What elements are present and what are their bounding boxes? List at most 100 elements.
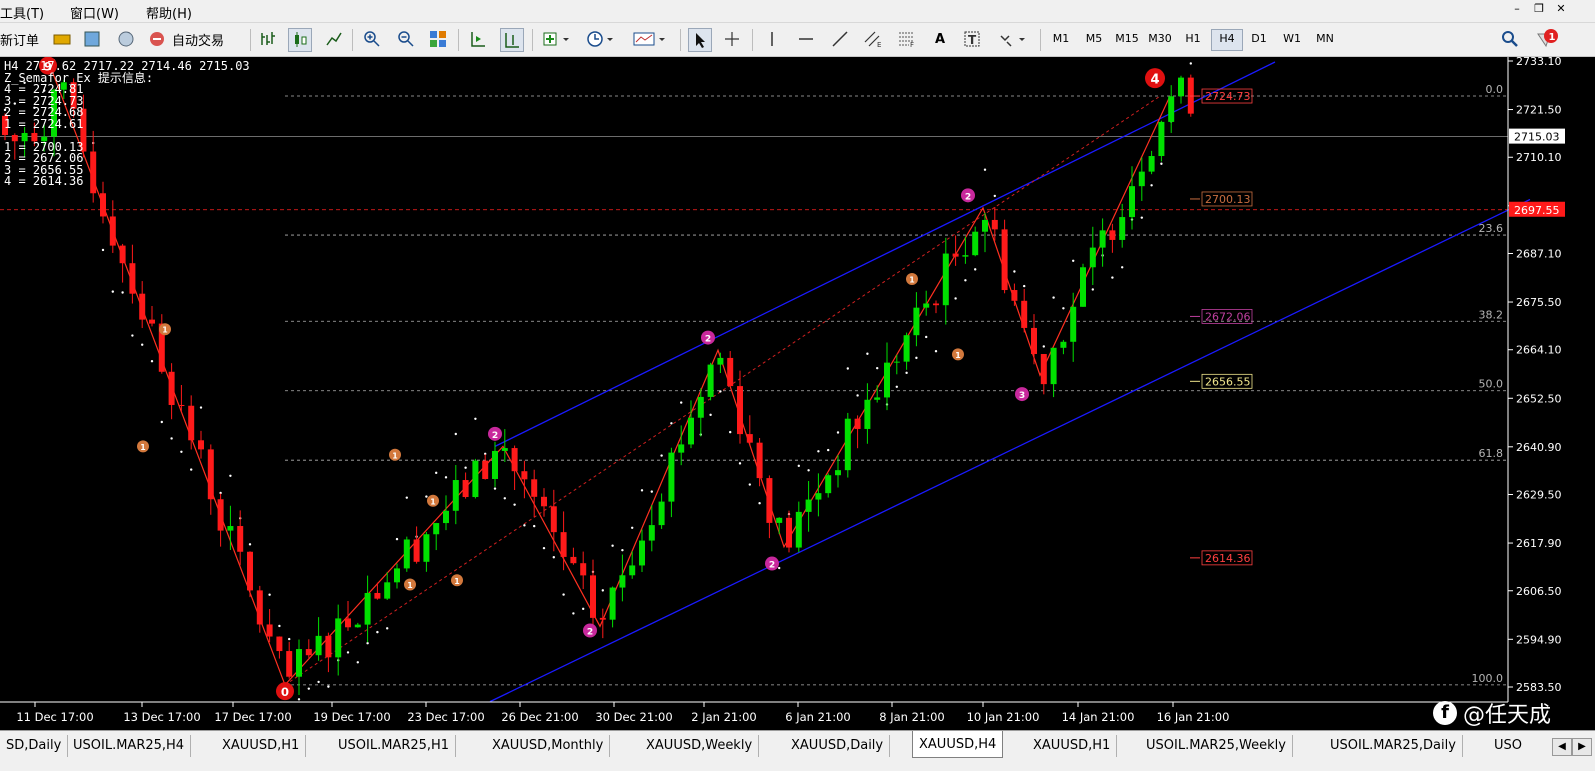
tab-chart[interactable]: USO	[1488, 735, 1528, 757]
tab-active-chart[interactable]: XAUUSD,H4	[912, 731, 1004, 758]
horizontal-line-icon[interactable]	[796, 28, 816, 50]
candle-body	[648, 525, 655, 541]
timeframe-h1[interactable]: H1	[1178, 29, 1208, 49]
cursor-icon[interactable]	[688, 28, 712, 52]
candle-body	[688, 417, 694, 445]
tab-chart[interactable]: XAUUSD,H1	[216, 735, 307, 757]
candle-body	[384, 582, 391, 599]
tile-windows-icon[interactable]	[428, 28, 448, 50]
sar-dot	[111, 290, 115, 293]
price-label-text: 2672.06	[1205, 310, 1251, 323]
candle-body	[1109, 230, 1116, 240]
close-icon[interactable]: ✕	[1552, 2, 1570, 18]
candle-body	[903, 335, 910, 362]
tab-chart[interactable]: XAUUSD,H1	[1027, 735, 1118, 757]
gold-icon[interactable]	[52, 28, 72, 50]
semafor-marker-label: 2	[492, 431, 498, 441]
candle-body	[305, 649, 312, 656]
sar-dot	[327, 685, 330, 688]
bar-chart-icon[interactable]	[258, 28, 278, 50]
candle-body	[1060, 341, 1067, 348]
menu-help[interactable]: 帮助(H)	[146, 3, 192, 22]
templates-dropdown-icon[interactable]	[630, 28, 670, 50]
price-tick-label: 2583.50	[1516, 681, 1562, 694]
fibonacci-icon[interactable]: F	[896, 28, 918, 50]
candle-body	[511, 448, 518, 472]
new-order-button[interactable]: 新订单	[0, 28, 39, 50]
candle-body	[1080, 267, 1086, 307]
fib-level-label: 38.2	[1479, 308, 1504, 321]
tab-chart[interactable]: USOIL.MAR25,Daily	[1324, 735, 1463, 757]
tabs-scroll-right-icon[interactable]: ▶	[1572, 738, 1592, 756]
timeframe-m1[interactable]: M1	[1046, 29, 1076, 49]
vertical-line-icon[interactable]	[762, 28, 782, 50]
indicators-dropdown-icon[interactable]	[540, 28, 574, 50]
candle-body	[678, 444, 685, 453]
candle-body	[825, 475, 832, 494]
timeframe-d1[interactable]: D1	[1244, 29, 1274, 49]
candle-body	[325, 635, 332, 658]
restore-icon[interactable]: ❐	[1530, 2, 1548, 18]
crosshair-icon[interactable]	[722, 28, 742, 50]
sar-dot	[650, 490, 653, 493]
sar-dot	[288, 637, 291, 641]
candle-body	[188, 405, 195, 441]
zoom-in-icon[interactable]	[362, 28, 382, 50]
menu-window[interactable]: 窗口(W)	[70, 3, 119, 22]
sar-dot	[954, 297, 957, 300]
text-label-icon[interactable]: T	[962, 28, 982, 50]
semafor-marker-label: 1	[140, 443, 145, 452]
periods-dropdown-icon[interactable]	[584, 28, 618, 50]
timeframe-m30[interactable]: M30	[1145, 29, 1175, 49]
sar-dot	[631, 526, 634, 529]
minimize-icon[interactable]: –	[1508, 2, 1526, 18]
sar-dot	[1042, 345, 1046, 348]
tab-chart[interactable]: SD,Daily	[0, 735, 69, 757]
candle-body	[560, 532, 567, 557]
arrows-dropdown-icon[interactable]	[996, 28, 1030, 50]
candlestick-icon[interactable]	[288, 28, 312, 52]
price-chart[interactable]: 0.0 23.6 38.2 50.0 61.8 100.0 940222223111111…	[0, 57, 1595, 730]
tab-chart[interactable]: USOIL.MAR25,Weekly	[1140, 735, 1293, 757]
search-icon[interactable]	[1500, 28, 1520, 50]
candle-body	[746, 434, 753, 443]
menu-tools[interactable]: 工具(T)	[0, 3, 44, 22]
fib-level-label: 0.0	[1486, 83, 1504, 96]
price-tick-label: 2652.50	[1516, 392, 1562, 405]
timeframe-m15[interactable]: M15	[1112, 29, 1142, 49]
timeframe-mn[interactable]: MN	[1310, 29, 1340, 49]
timeframe-h4[interactable]: H4	[1211, 29, 1243, 51]
sar-dot	[199, 406, 203, 409]
candle-body	[394, 568, 400, 583]
line-chart-icon[interactable]	[324, 28, 344, 50]
tab-chart[interactable]: XAUUSD,Monthly	[486, 735, 611, 757]
text-tool-icon[interactable]: A	[930, 28, 950, 50]
market-watch-icon[interactable]	[82, 28, 102, 50]
tab-chart[interactable]: XAUUSD,Daily	[785, 735, 891, 757]
autoscroll-icon[interactable]	[468, 28, 488, 50]
candle-body	[109, 216, 116, 246]
auto-trade-button[interactable]: 自动交易	[148, 28, 238, 50]
candle-body	[443, 510, 449, 524]
trendline-icon[interactable]	[830, 28, 850, 50]
candle-body	[541, 496, 547, 507]
timeframe-m5[interactable]: M5	[1079, 29, 1109, 49]
tab-chart[interactable]: XAUUSD,Weekly	[640, 735, 760, 757]
timeframe-w1[interactable]: W1	[1277, 29, 1307, 49]
tabs-scroll-left-icon[interactable]: ◀	[1552, 738, 1572, 756]
candle-body	[580, 563, 587, 576]
svg-text:T: T	[968, 33, 977, 47]
tab-chart[interactable]: USOIL.MAR25,H1	[332, 735, 457, 757]
globe-icon[interactable]	[116, 28, 136, 50]
equidistant-channel-icon[interactable]: E	[862, 28, 884, 50]
notifications-icon[interactable]: 1	[1534, 28, 1560, 50]
sar-dot	[1160, 162, 1163, 165]
semafor-marker-label: 1	[454, 577, 459, 586]
semafor-marker-label: 1	[392, 451, 397, 460]
sar-dot	[405, 496, 408, 499]
time-tick-label: 16 Jan 21:00	[1157, 710, 1230, 724]
tab-chart[interactable]: USOIL.MAR25,H4	[67, 735, 192, 757]
chart-shift-icon[interactable]	[500, 28, 524, 52]
zoom-out-icon[interactable]	[396, 28, 416, 50]
sar-dot	[1150, 184, 1153, 187]
